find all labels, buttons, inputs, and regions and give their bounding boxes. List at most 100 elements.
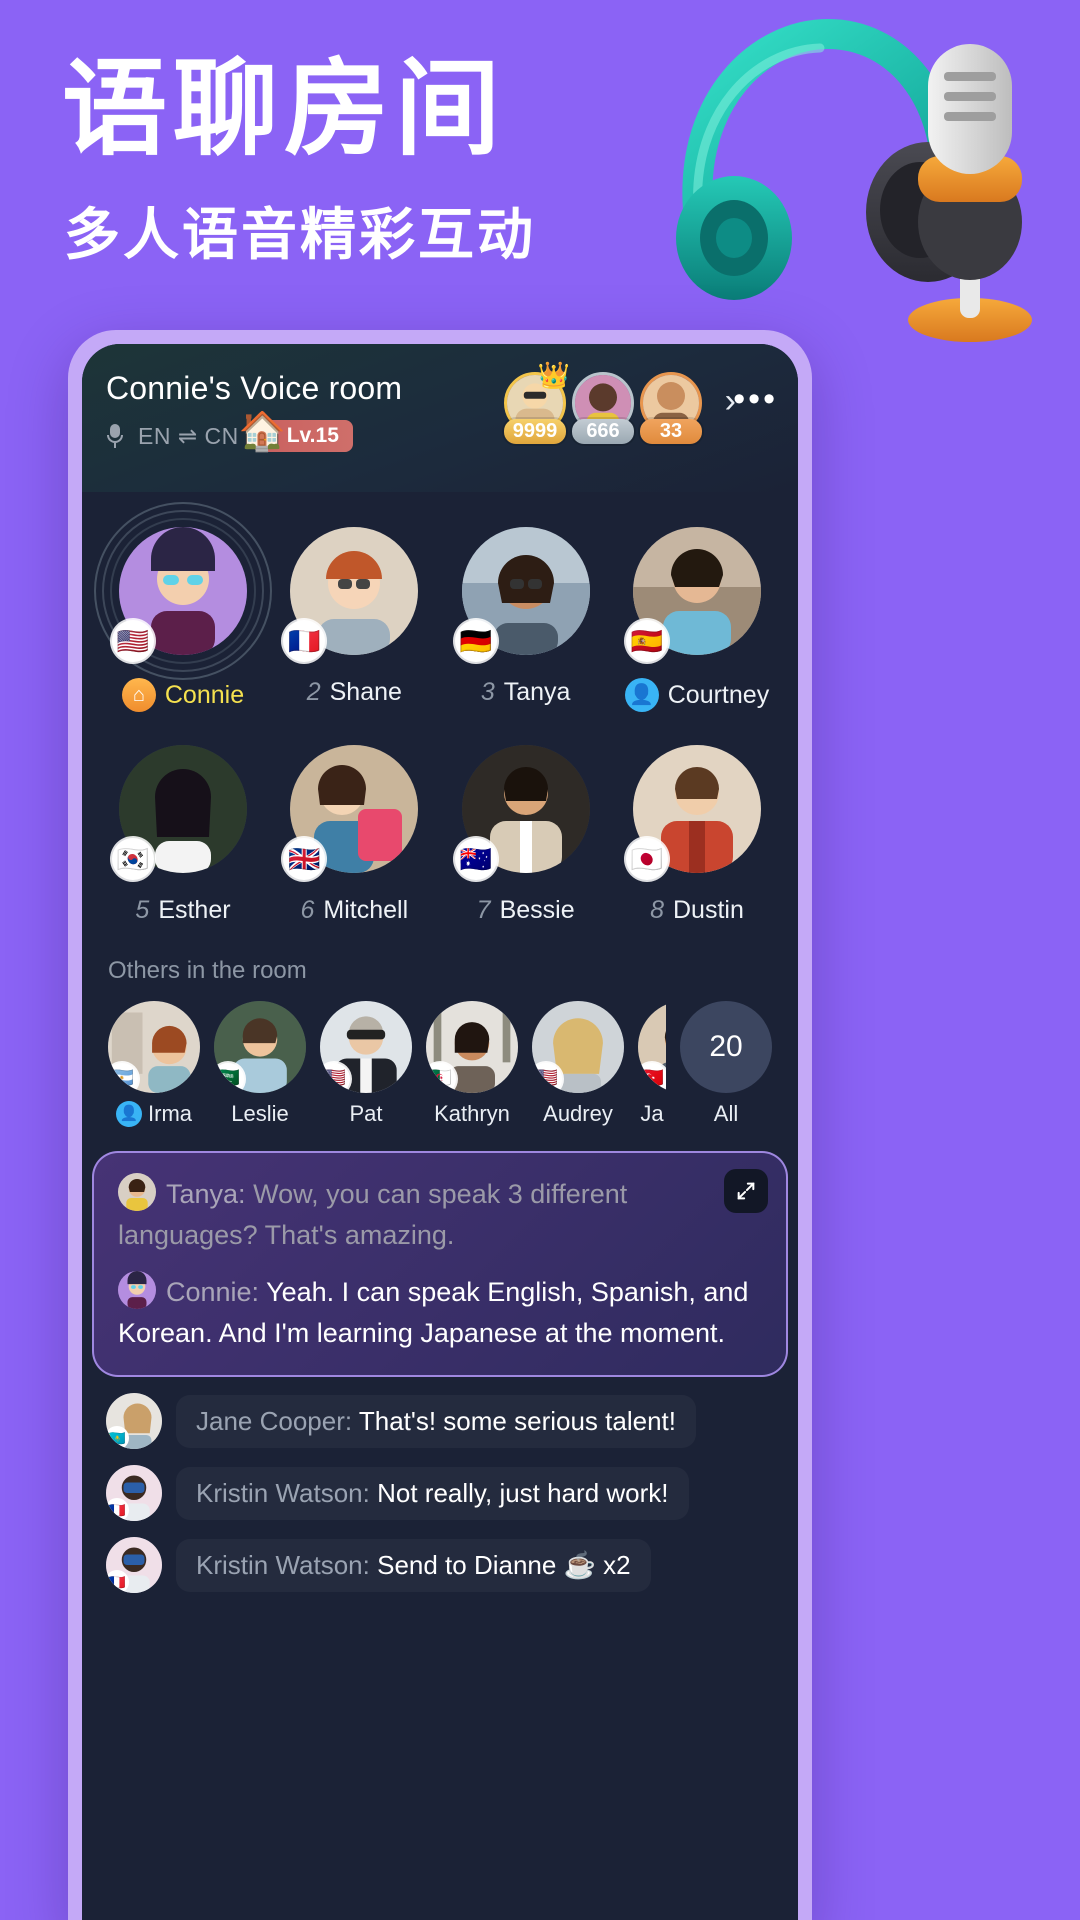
- seat-label: Shane: [329, 678, 402, 706]
- other-audrey[interactable]: 🇺🇸 Audrey: [532, 1001, 624, 1127]
- other-name-row: Ja: [638, 1101, 666, 1127]
- other-label: Leslie: [231, 1101, 289, 1126]
- seat-name: ⌂ Connie: [108, 678, 258, 712]
- other-label: Pat: [349, 1101, 383, 1126]
- seat-esther[interactable]: 🇰🇷 5 Esther: [108, 734, 258, 925]
- seat-row-2: 🇰🇷 5 Esther 🇬🇧 6 Mitchell 🇦🇺 7 Bessie 🇯🇵…: [108, 734, 772, 925]
- room-level[interactable]: 🏠 Lv.15: [239, 413, 353, 453]
- seat-label: Esther: [158, 896, 231, 924]
- avatar: 🇫🇷: [106, 1465, 162, 1521]
- highlight-bubble[interactable]: Tanya: Wow, you can speak 3 different la…: [92, 1151, 788, 1377]
- seat-tanya[interactable]: 🇩🇪 3 Tanya: [451, 516, 601, 712]
- other-name-row: Kathryn: [426, 1101, 518, 1127]
- seat-label: Courtney: [667, 680, 770, 709]
- seat-courtney[interactable]: 🇪🇸 👤 Courtney: [622, 516, 772, 712]
- avatar: 🇸🇦: [214, 1001, 306, 1093]
- page-subtitle: 多人语音精彩互动: [64, 203, 536, 266]
- seat-mitchell[interactable]: 🇬🇧 6 Mitchell: [279, 734, 429, 925]
- seat-name: 8 Dustin: [622, 896, 772, 925]
- flag-icon: 🇪🇸: [625, 620, 668, 662]
- other-leslie[interactable]: 🇸🇦 Leslie: [214, 1001, 306, 1127]
- other-pat[interactable]: 🇺🇸 Pat: [320, 1001, 412, 1127]
- flag-icon: 🇸🇦: [214, 1063, 244, 1093]
- crown-icon: 👑: [537, 360, 570, 390]
- member-count: 20: [680, 1001, 772, 1093]
- chat-text: That's! some serious talent!: [358, 1405, 676, 1436]
- chat-message: Jane Cooper: That's! some serious talent…: [176, 1394, 696, 1448]
- seat-name: 7 Bessie: [451, 896, 601, 925]
- seat-shane[interactable]: 🇫🇷 2 Shane: [279, 516, 429, 712]
- seat-dustin[interactable]: 🇯🇵 8 Dustin: [622, 734, 772, 925]
- avatar: 🇰🇿: [106, 1393, 162, 1449]
- flag-icon: 🇯🇵: [625, 838, 668, 880]
- others-label: Others in the room: [108, 957, 307, 984]
- flag-icon: 🇬🇧: [283, 838, 326, 880]
- supporter-count: 9999: [504, 419, 566, 444]
- chat-row[interactable]: 🇫🇷 Kristin Watson: Send to Dianne ☕ x2: [106, 1537, 774, 1593]
- seat-name: 3 Tanya: [451, 678, 601, 707]
- phone-frame: Connie's Voice room EN ⇌ CN 🏠 Lv.15 👑 99…: [68, 330, 812, 1920]
- host-icon: ⌂: [121, 678, 156, 712]
- supporter-count: 33: [640, 419, 702, 444]
- chat-sender: Kristin Watson:: [196, 1477, 370, 1508]
- other-label: Audrey: [543, 1101, 613, 1126]
- other-irma[interactable]: 🇦🇷 👤 Irma: [108, 1001, 200, 1127]
- flag-icon: 🇦🇷: [108, 1063, 138, 1093]
- seat-number: 7: [476, 896, 491, 924]
- flag-icon: 🇫🇷: [106, 1498, 129, 1521]
- seat-name: 6 Mitchell: [279, 896, 429, 925]
- seat-name: 2 Shane: [279, 678, 429, 707]
- flag-icon: 🇦🇺: [454, 838, 497, 880]
- chat-message: Kristin Watson: Send to Dianne ☕ x2: [176, 1538, 651, 1592]
- seat-number: 2: [306, 678, 321, 706]
- flag-icon: 🇹🇷: [638, 1063, 666, 1093]
- supporter-3[interactable]: 33: [640, 372, 702, 444]
- chat-row[interactable]: 🇫🇷 Kristin Watson: Not really, just hard…: [106, 1465, 774, 1521]
- highlight-line-2: Connie: Yeah. I can speak English, Spani…: [118, 1271, 762, 1353]
- avatar: 🇫🇷: [106, 1537, 162, 1593]
- user-badge-icon: 👤: [624, 678, 659, 712]
- flag-icon: 🇫🇷: [283, 620, 326, 662]
- avatar: 🇦🇷: [108, 1001, 200, 1093]
- more-options-icon[interactable]: •••: [733, 380, 778, 419]
- flag-icon: 🇰🇿: [106, 1426, 129, 1449]
- view-all-members[interactable]: 20 All: [680, 1001, 772, 1127]
- chat-text: Send to Dianne ☕ x2: [377, 1549, 631, 1580]
- chat-text: Not really, just hard work!: [377, 1477, 669, 1508]
- seat-connie[interactable]: 🇺🇸 ⌂ Connie: [94, 502, 272, 712]
- chat-row[interactable]: 🇰🇿 Jane Cooper: That's! some serious tal…: [106, 1393, 774, 1449]
- other-ja[interactable]: 🇹🇷 Ja: [638, 1001, 666, 1127]
- top-supporters[interactable]: 👑 9999 666 33: [504, 360, 702, 444]
- seat-bessie[interactable]: 🇦🇺 7 Bessie: [451, 734, 601, 925]
- avatar: 🇺🇸: [320, 1001, 412, 1093]
- other-name-row: All: [680, 1101, 772, 1127]
- highlight-line-1: Tanya: Wow, you can speak 3 different la…: [118, 1173, 762, 1255]
- other-kathryn[interactable]: 🇩🇿 Kathryn: [426, 1001, 518, 1127]
- microphone-icon: [106, 424, 124, 448]
- seat-name: 5 Esther: [108, 896, 258, 925]
- flag-icon: 🇺🇸: [112, 620, 154, 662]
- other-name-row: Pat: [320, 1101, 412, 1127]
- avatar: [118, 1173, 156, 1211]
- others-section: Others in the room 🇦🇷 👤 Irma 🇸�: [82, 951, 798, 1145]
- seat-number: 3: [480, 678, 495, 706]
- seat-number: 5: [135, 896, 150, 924]
- speaker-seats: 🇺🇸 ⌂ Connie 🇫🇷 2 Shane 🇩🇪 3 Tanya 🇪🇸 👤 C…: [82, 492, 798, 951]
- app-screen: Connie's Voice room EN ⇌ CN 🏠 Lv.15 👑 99…: [82, 344, 798, 1920]
- expand-icon[interactable]: [724, 1169, 768, 1213]
- all-label: All: [713, 1101, 739, 1126]
- supporter-2[interactable]: 666: [572, 372, 634, 444]
- seat-number: 6: [300, 896, 315, 924]
- user-badge-icon: 👤: [116, 1101, 142, 1127]
- seat-label: Bessie: [499, 896, 575, 924]
- supporter-count: 666: [572, 419, 634, 444]
- seat-name: 👤 Courtney: [622, 678, 772, 712]
- chat-sender: Jane Cooper:: [196, 1405, 353, 1436]
- other-name-row: Audrey: [532, 1101, 624, 1127]
- room-header: Connie's Voice room EN ⇌ CN 🏠 Lv.15 👑 99…: [82, 344, 798, 492]
- supporter-1[interactable]: 👑 9999: [504, 360, 570, 444]
- other-label: Irma: [148, 1101, 192, 1126]
- flag-icon: 🇫🇷: [106, 1570, 129, 1593]
- flag-icon: 🇺🇸: [532, 1063, 562, 1093]
- other-label: Kathryn: [434, 1101, 510, 1126]
